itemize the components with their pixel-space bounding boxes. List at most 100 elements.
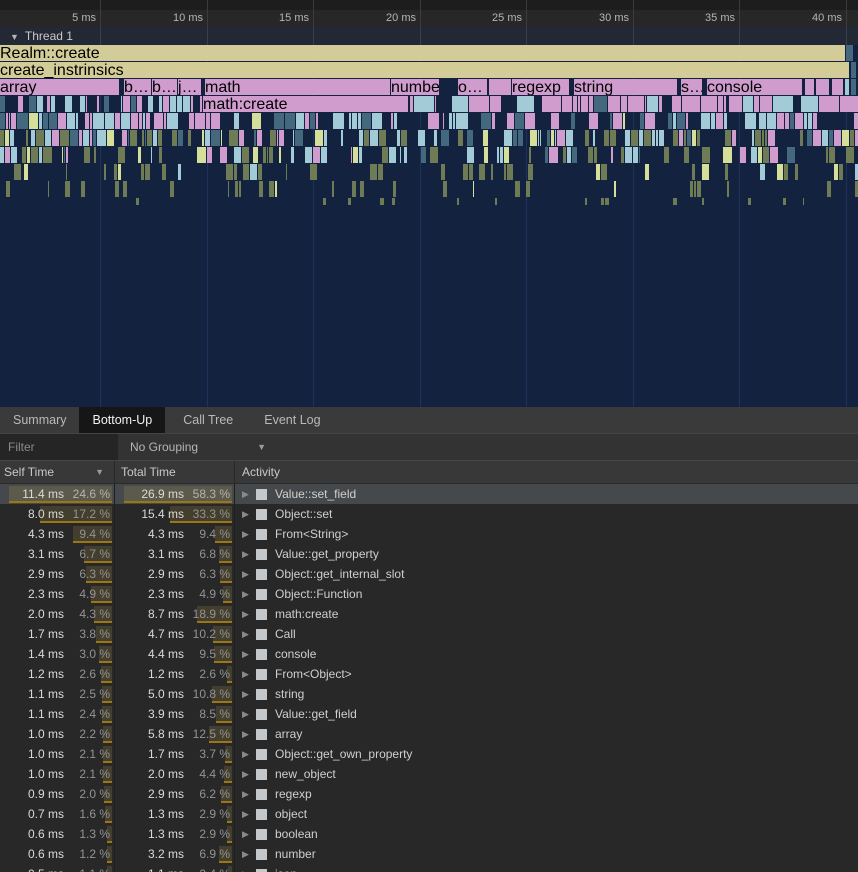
- flame-segment[interactable]: [64, 147, 65, 163]
- flame-segment[interactable]: [359, 130, 363, 146]
- flame-segment[interactable]: [353, 147, 358, 163]
- flame-segment[interactable]: [846, 45, 853, 61]
- flame-segment[interactable]: [234, 113, 239, 129]
- flame-segment[interactable]: [130, 130, 137, 146]
- flame-segment[interactable]: [589, 96, 593, 112]
- table-row[interactable]: 1.0 ms2.1 %1.7 ms3.7 %▶Object::get_own_p…: [0, 744, 858, 764]
- flame-segment[interactable]: [274, 113, 284, 129]
- flame-segment[interactable]: [785, 113, 789, 129]
- flame-segment[interactable]: [121, 96, 122, 112]
- flame-segment[interactable]: [690, 181, 693, 197]
- flame-segment[interactable]: [128, 130, 129, 146]
- flame-segment[interactable]: [418, 130, 425, 146]
- flame-segment[interactable]: [220, 147, 227, 163]
- flame-segment[interactable]: [397, 130, 400, 146]
- flame-segment[interactable]: [195, 113, 205, 129]
- flame-segment[interactable]: [692, 130, 696, 146]
- flame-segment[interactable]: [567, 147, 571, 163]
- flame-segment[interactable]: [800, 130, 803, 146]
- flame-segment[interactable]: [158, 130, 162, 146]
- flame-segment[interactable]: [673, 198, 677, 205]
- flame-segment[interactable]: [645, 164, 649, 180]
- flame-segment[interactable]: [456, 113, 468, 129]
- flame-segment[interactable]: [610, 130, 616, 146]
- flame-segment[interactable]: [392, 198, 395, 205]
- flame-segment[interactable]: [104, 96, 109, 112]
- flame-segment[interactable]: [211, 130, 220, 146]
- flame-segment[interactable]: [138, 147, 141, 163]
- flame-segment[interactable]: [118, 164, 121, 180]
- flame-segment[interactable]: [633, 147, 638, 163]
- flame-segment[interactable]: [770, 147, 778, 163]
- flame-segment[interactable]: [679, 130, 683, 146]
- flame-segment[interactable]: [621, 147, 624, 163]
- flame-segment[interactable]: [11, 147, 17, 163]
- flame-segment[interactable]: [803, 198, 804, 205]
- flame-segment[interactable]: [267, 147, 268, 163]
- tab-summary[interactable]: Summary: [0, 407, 79, 433]
- flame-segment[interactable]: [725, 164, 728, 180]
- flame-segment[interactable]: [829, 147, 835, 163]
- flame-segment[interactable]: [504, 164, 506, 180]
- flame-segment[interactable]: [360, 181, 364, 197]
- flame-segment[interactable]: [652, 130, 655, 146]
- flame-segment[interactable]: [163, 96, 169, 112]
- expand-icon[interactable]: ▶: [242, 809, 256, 820]
- flame-segment[interactable]: [10, 130, 14, 146]
- flame-frame-o-[interactable]: o…: [458, 79, 487, 95]
- flame-segment[interactable]: [702, 164, 709, 180]
- flame-segment[interactable]: [555, 130, 556, 146]
- flame-segment[interactable]: [351, 147, 352, 163]
- flame-segment[interactable]: [62, 147, 63, 163]
- flame-segment[interactable]: [45, 130, 51, 146]
- flame-segment[interactable]: [743, 96, 753, 112]
- flame-segment[interactable]: [167, 113, 178, 129]
- flame-segment[interactable]: [70, 130, 78, 146]
- flame-segment[interactable]: [114, 164, 117, 180]
- flame-segment[interactable]: [557, 130, 565, 146]
- flame-segment[interactable]: [832, 79, 843, 95]
- flame-segment[interactable]: [752, 130, 754, 146]
- flame-segment[interactable]: [293, 130, 294, 146]
- flame-segment[interactable]: [252, 113, 261, 129]
- expand-icon[interactable]: ▶: [242, 549, 256, 560]
- flame-segment[interactable]: [234, 164, 237, 180]
- expand-icon[interactable]: ▶: [242, 829, 256, 840]
- flame-segment[interactable]: [813, 113, 817, 129]
- flame-segment[interactable]: [11, 113, 16, 129]
- flame-segment[interactable]: [504, 147, 509, 163]
- flame-segment[interactable]: [727, 181, 729, 197]
- flame-segment[interactable]: [777, 113, 784, 129]
- flame-segment[interactable]: [234, 147, 241, 163]
- flame-segment[interactable]: [682, 96, 700, 112]
- flame-segment[interactable]: [332, 181, 334, 197]
- flame-segment[interactable]: [694, 181, 696, 197]
- flame-segment[interactable]: [316, 113, 318, 129]
- flame-segment[interactable]: [253, 147, 258, 163]
- flame-segment[interactable]: [428, 113, 439, 129]
- flame-segment[interactable]: [625, 130, 630, 146]
- flame-segment[interactable]: [286, 164, 287, 180]
- flame-segment[interactable]: [148, 96, 153, 112]
- flame-segment[interactable]: [808, 113, 812, 129]
- flame-segment[interactable]: [684, 130, 686, 146]
- table-row[interactable]: 0.6 ms1.2 %3.2 ms6.9 %▶number: [0, 844, 858, 864]
- flame-segment[interactable]: [625, 147, 632, 163]
- flame-segment[interactable]: [596, 164, 600, 180]
- flame-segment[interactable]: [154, 113, 163, 129]
- flame-segment[interactable]: [497, 147, 499, 163]
- flame-segment[interactable]: [623, 113, 625, 129]
- flame-segment[interactable]: [479, 164, 485, 180]
- flame-segment[interactable]: [787, 147, 795, 163]
- flame-segment[interactable]: [235, 181, 238, 197]
- flame-segment[interactable]: [389, 147, 396, 163]
- flame-segment[interactable]: [697, 181, 701, 197]
- flame-segment[interactable]: [410, 96, 413, 112]
- flame-segment[interactable]: [6, 113, 8, 129]
- flame-segment[interactable]: [571, 113, 575, 129]
- flame-segment[interactable]: [610, 113, 612, 129]
- flame-segment[interactable]: [310, 113, 315, 129]
- flame-segment[interactable]: [639, 130, 643, 146]
- flame-segment[interactable]: [37, 96, 43, 112]
- flame-segment[interactable]: [380, 198, 384, 205]
